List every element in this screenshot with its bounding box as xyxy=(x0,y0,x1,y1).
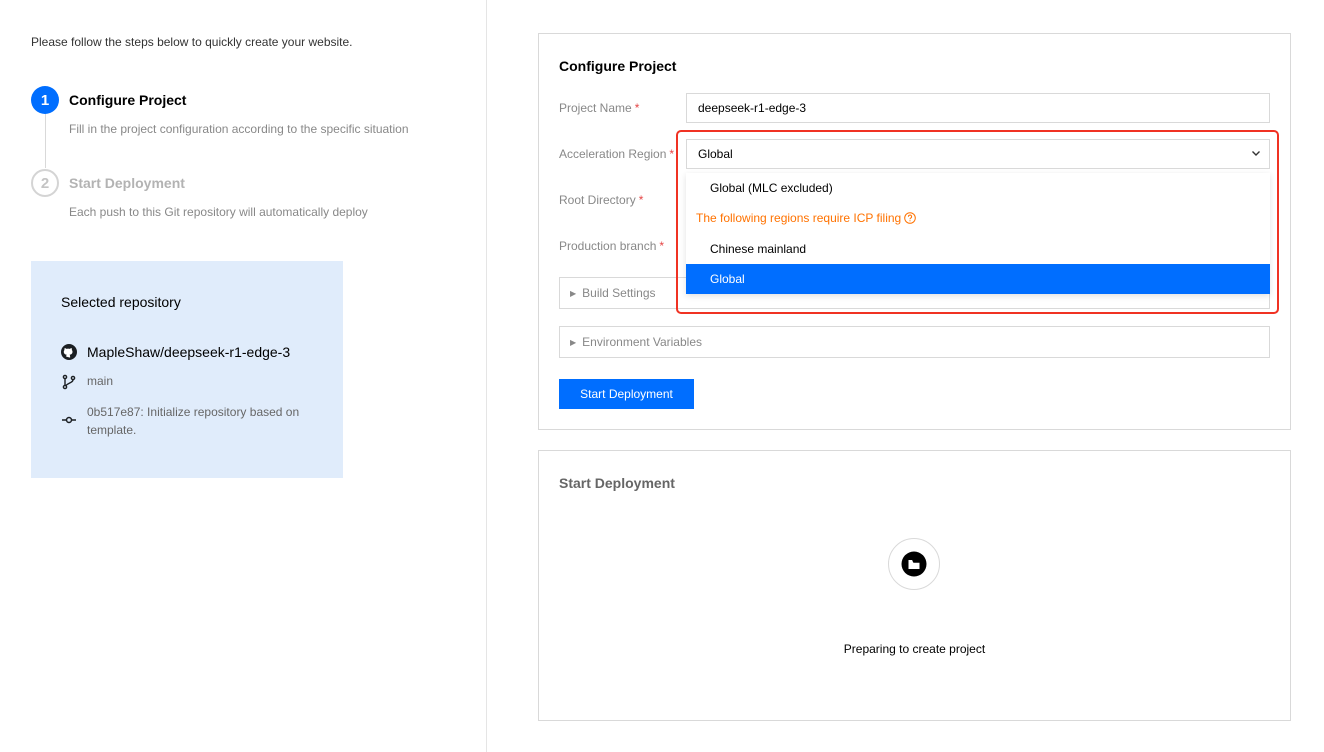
step-2-badge: 2 xyxy=(31,169,59,197)
caret-right-icon: ▶ xyxy=(570,288,577,298)
environment-variables-toggle[interactable]: ▶ Environment Variables xyxy=(559,326,1270,358)
start-deployment-button[interactable]: Start Deployment xyxy=(559,379,694,409)
acceleration-region-select[interactable]: Global xyxy=(686,139,1270,169)
step-1-badge: 1 xyxy=(31,86,59,114)
repo-commit: 0b517e87: Initialize repository based on… xyxy=(87,405,300,437)
region-selected-value: Global xyxy=(698,147,733,161)
step-1-desc: Fill in the project configuration accord… xyxy=(69,122,409,136)
production-branch-label: Production branch * xyxy=(559,239,665,253)
start-deployment-title: Start Deployment xyxy=(559,475,675,491)
configure-project-title: Configure Project xyxy=(559,58,677,74)
region-dropdown-menu: Global (MLC excluded) The following regi… xyxy=(686,173,1270,294)
project-icon xyxy=(888,538,940,590)
build-settings-label: Build Settings xyxy=(582,286,656,300)
help-icon[interactable] xyxy=(904,212,917,224)
acceleration-region-label: Acceleration Region * xyxy=(559,147,675,161)
repo-branch-row: main xyxy=(61,374,113,390)
step-connector xyxy=(45,114,46,168)
repo-name-row: MapleShaw/deepseek-r1-edge-3 xyxy=(61,344,290,360)
environment-variables-label: Environment Variables xyxy=(582,335,702,349)
repo-name: MapleShaw/deepseek-r1-edge-3 xyxy=(87,344,291,360)
step-2-desc: Each push to this Git repository will au… xyxy=(69,205,368,219)
deployment-status: Preparing to create project xyxy=(843,642,986,656)
git-commit-icon xyxy=(61,412,77,428)
git-branch-icon xyxy=(61,374,77,390)
start-deployment-card: Start Deployment Preparing to create pro… xyxy=(538,450,1291,721)
step-2-title: Start Deployment xyxy=(69,175,185,191)
chevron-up-icon xyxy=(1251,147,1261,161)
intro-text: Please follow the steps below to quickly… xyxy=(31,35,353,49)
project-name-input[interactable]: deepseek-r1-edge-3 xyxy=(686,93,1270,123)
caret-right-icon: ▶ xyxy=(570,337,577,347)
github-icon xyxy=(61,344,77,360)
repo-commit-row: 0b517e87: Initialize repository based on… xyxy=(61,403,321,439)
region-option-global[interactable]: Global xyxy=(686,264,1270,294)
region-option-chinese-mainland[interactable]: Chinese mainland xyxy=(686,234,1270,264)
project-name-label: Project Name * xyxy=(559,101,640,115)
repo-card-title: Selected repository xyxy=(61,294,181,310)
step-1-title: Configure Project xyxy=(69,92,187,108)
left-panel: Please follow the steps below to quickly… xyxy=(0,0,487,752)
region-option-global-mlc-excluded[interactable]: Global (MLC excluded) xyxy=(686,173,1270,203)
icp-group-label: The following regions require ICP filing xyxy=(696,211,917,225)
icp-group-text: The following regions require ICP filing xyxy=(696,211,902,225)
root-directory-label: Root Directory * xyxy=(559,193,644,207)
selected-repository-card: Selected repository MapleShaw/deepseek-r… xyxy=(31,261,343,478)
repo-branch: main xyxy=(87,374,114,388)
